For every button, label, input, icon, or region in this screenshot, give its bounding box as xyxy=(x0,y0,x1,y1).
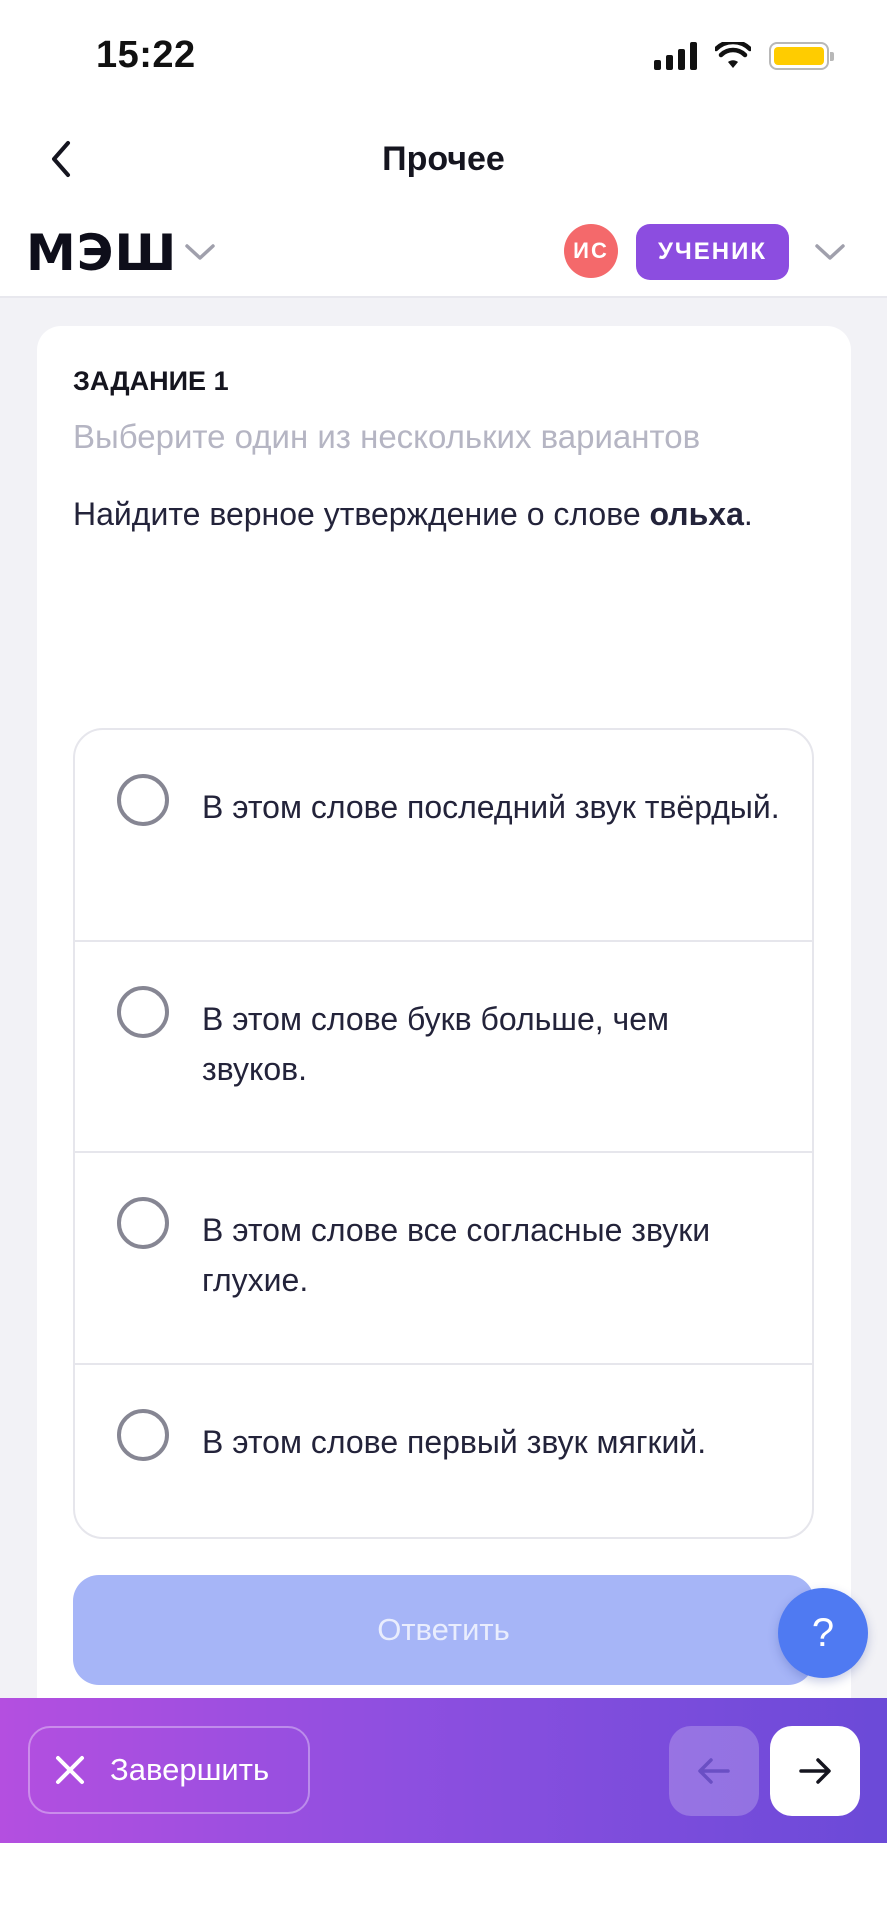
logo-menu-toggle[interactable] xyxy=(184,242,216,267)
task-instruction: Выберите один из нескольких вариантов xyxy=(73,418,701,455)
battery-icon xyxy=(769,42,834,70)
avatar[interactable]: ИС xyxy=(564,224,618,278)
radio-button[interactable] xyxy=(117,1408,169,1461)
answer-options: В этом слове последний звук твёрдый. В э… xyxy=(73,728,814,1539)
answer-button[interactable]: Ответить xyxy=(73,1575,814,1685)
signal-icon xyxy=(654,42,697,70)
arrow-left-icon xyxy=(698,1758,730,1784)
task-label: ЗАДАНИЕ 1 xyxy=(73,366,229,396)
task-question: Найдите верное утверждение о слове ольха… xyxy=(73,496,753,533)
brand-row: МЭШ ИС УЧЕНИК xyxy=(0,210,887,298)
home-indicator-area xyxy=(0,1843,887,1920)
question-end: . xyxy=(743,496,753,532)
nav-header: Прочее xyxy=(0,110,887,210)
option-label: В этом слове первый звук мягкий. xyxy=(202,1423,707,1460)
radio-button[interactable] xyxy=(117,985,169,1038)
finish-label: Завершить xyxy=(110,1752,270,1787)
help-button[interactable]: ? xyxy=(778,1588,868,1678)
page-title: Прочее xyxy=(382,140,505,178)
question-text: Найдите верное утверждение о слове xyxy=(73,496,650,532)
answer-option[interactable]: В этом слове первый звук мягкий. xyxy=(75,1365,812,1537)
next-task-button[interactable] xyxy=(770,1726,860,1816)
mesh-logo: МЭШ xyxy=(26,224,178,282)
role-menu-toggle[interactable] xyxy=(814,242,846,267)
radio-button[interactable] xyxy=(117,1197,169,1249)
answer-option[interactable]: В этом слове букв больше, чем звуков. xyxy=(75,942,812,1153)
close-icon xyxy=(52,1752,88,1788)
status-bar: 15:22 xyxy=(0,0,887,110)
radio-button[interactable] xyxy=(117,774,169,826)
status-time: 15:22 xyxy=(96,34,196,76)
previous-task-button[interactable] xyxy=(669,1726,759,1816)
option-label: В этом слове все согласные звуки глухие. xyxy=(202,1212,711,1298)
bottom-bar: Завершить xyxy=(0,1698,887,1843)
question-word: ольха xyxy=(649,496,744,532)
finish-button[interactable]: Завершить xyxy=(28,1726,310,1814)
option-label: В этом слове букв больше, чем звуков. xyxy=(202,1000,669,1087)
arrow-right-icon xyxy=(799,1758,831,1784)
answer-option[interactable]: В этом слове все согласные звуки глухие. xyxy=(75,1153,812,1365)
answer-option[interactable]: В этом слове последний звук твёрдый. xyxy=(75,730,812,942)
wifi-icon xyxy=(715,42,751,68)
option-label: В этом слове последний звук твёрдый. xyxy=(202,789,780,825)
chevron-down-icon xyxy=(185,244,215,260)
role-badge[interactable]: УЧЕНИК xyxy=(636,224,789,280)
status-icons xyxy=(654,42,834,70)
chevron-down-icon xyxy=(815,244,845,260)
